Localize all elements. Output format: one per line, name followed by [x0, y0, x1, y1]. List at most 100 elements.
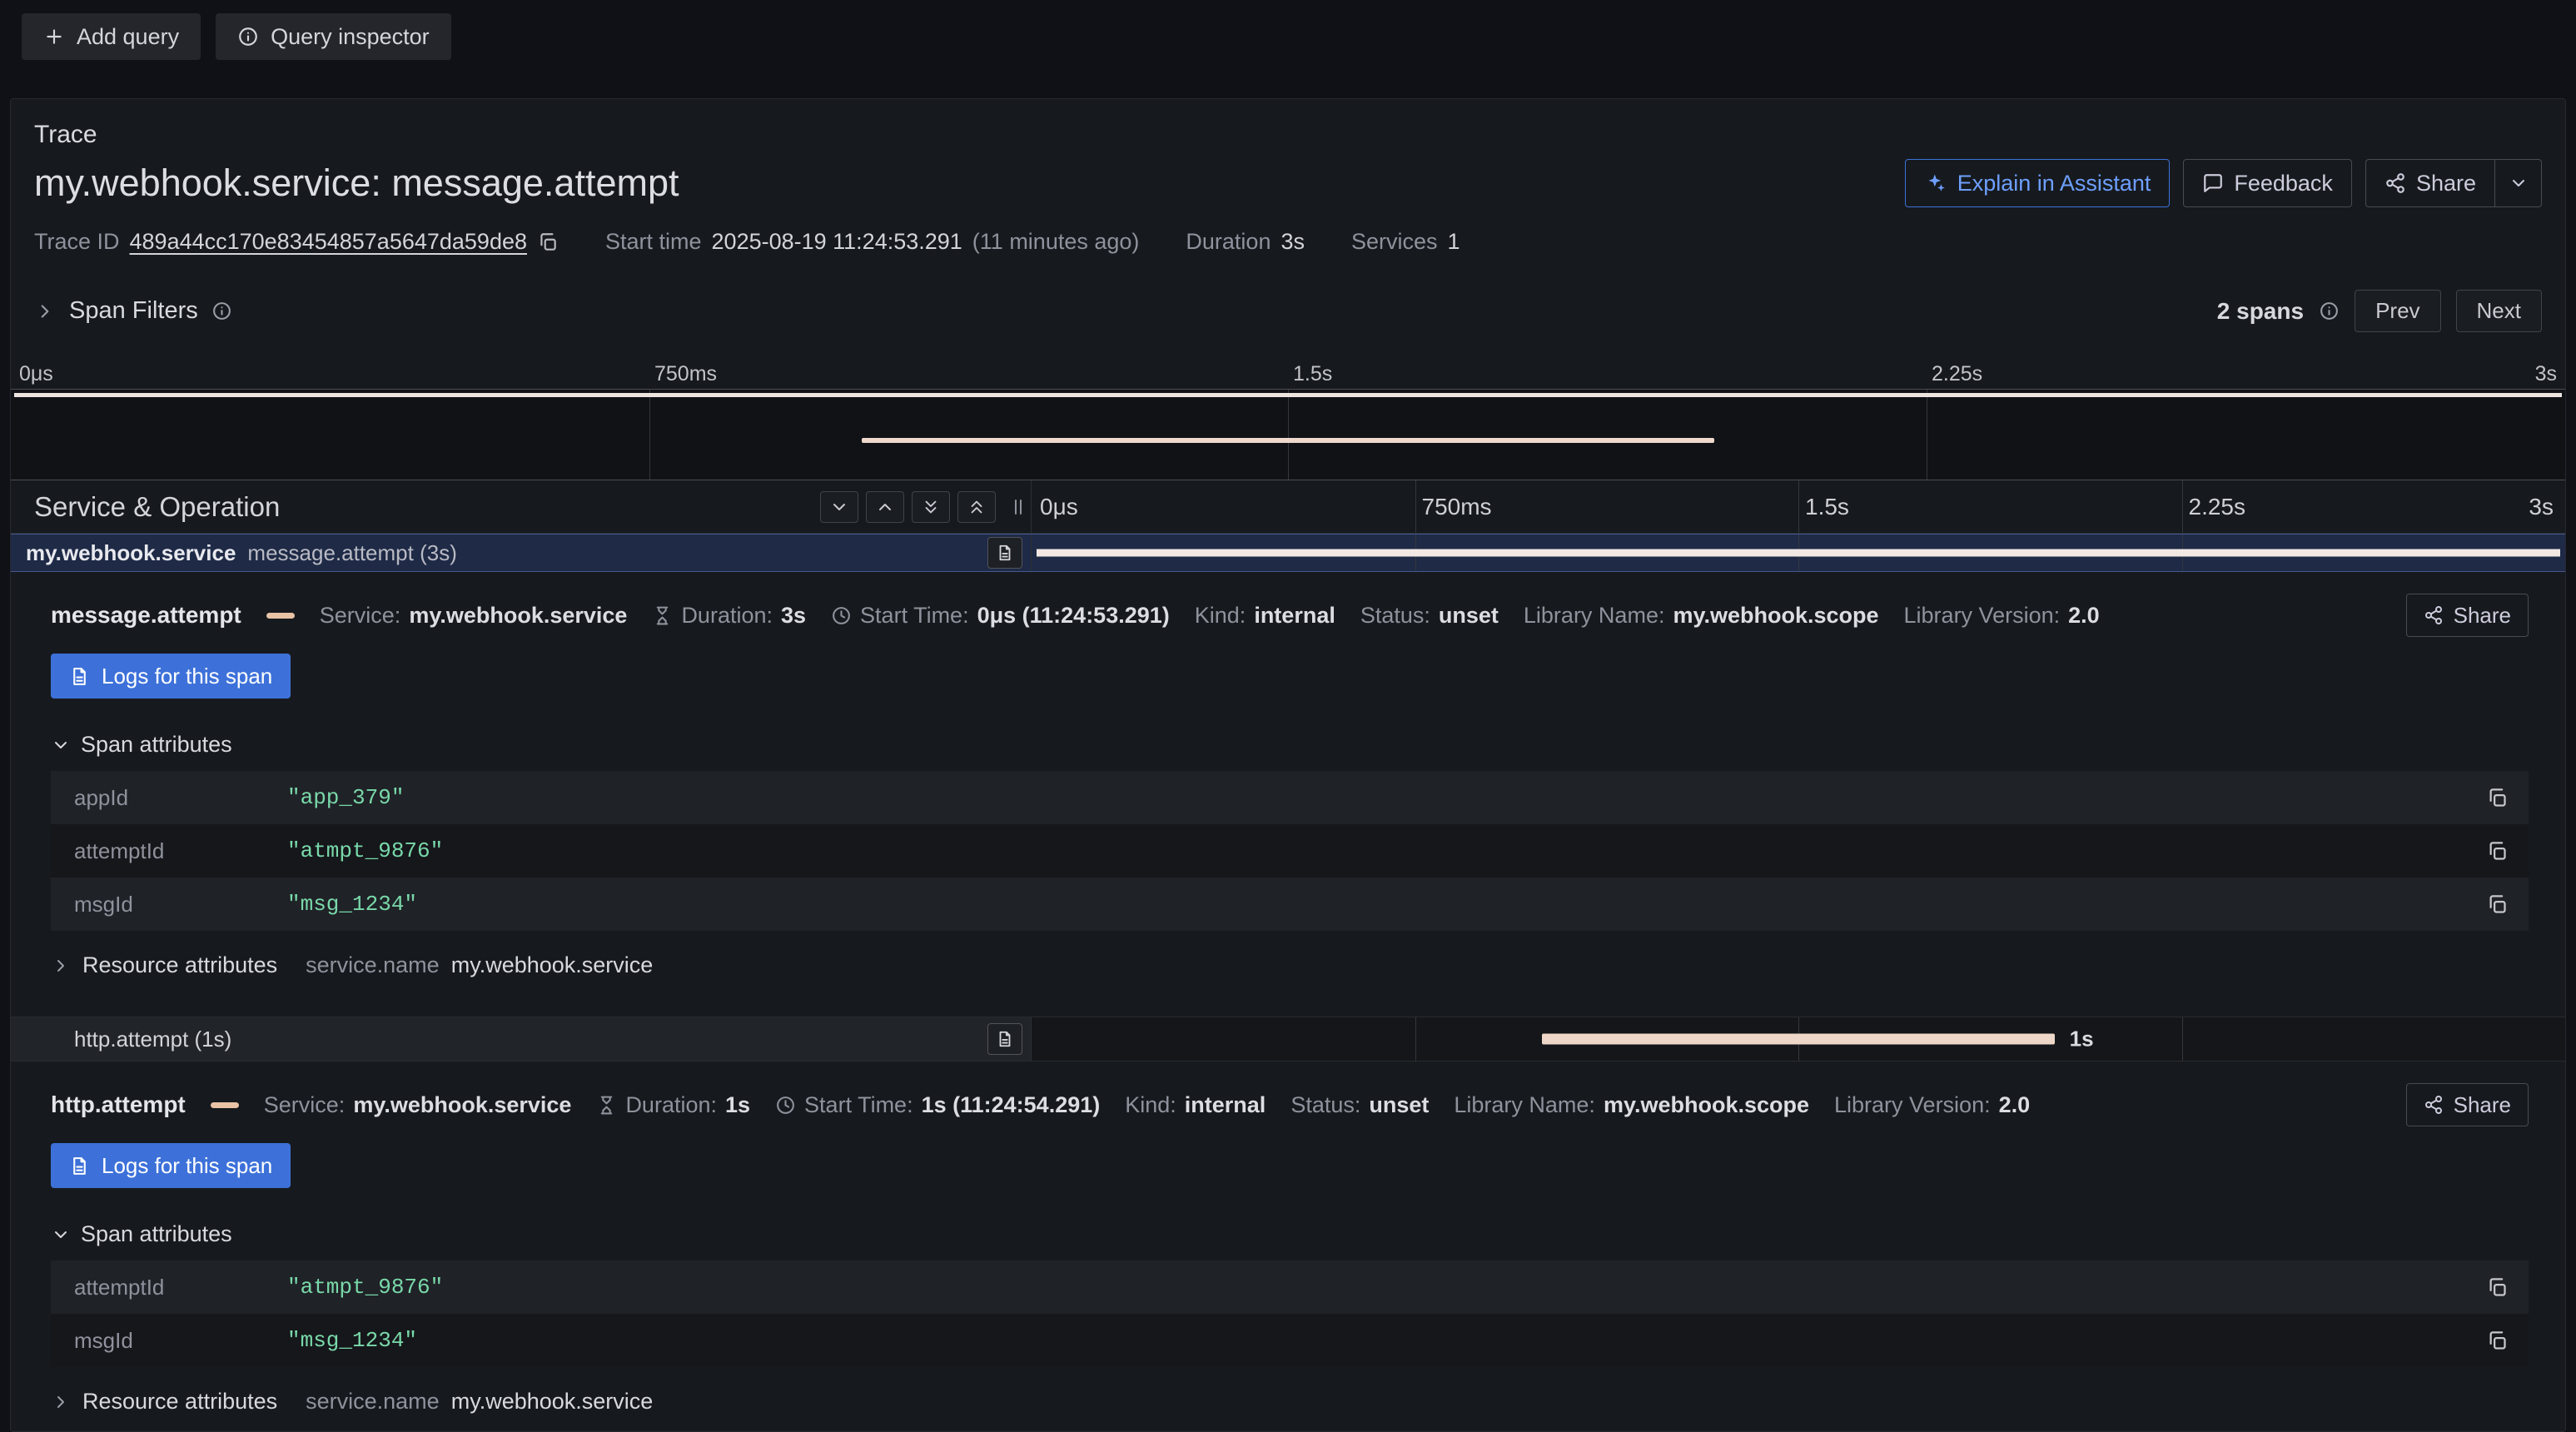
- span-bar-duration-label: 1s: [2070, 1027, 2094, 1052]
- span-attributes-label: Span attributes: [81, 732, 232, 758]
- service-field: Service: my.webhook.service: [320, 603, 628, 629]
- chevron-down-icon: [829, 497, 849, 517]
- copy-attribute-button[interactable]: [2486, 787, 2509, 809]
- info-circle-icon[interactable]: [211, 301, 232, 321]
- status-value: unset: [1439, 603, 1499, 629]
- feedback-button[interactable]: Feedback: [2183, 159, 2352, 207]
- logs-for-span-button[interactable]: Logs for this span: [51, 654, 291, 699]
- duration-field: Duration: 3s: [652, 603, 806, 629]
- explain-in-assistant-button[interactable]: Explain in Assistant: [1905, 159, 2171, 207]
- prev-span-button[interactable]: Prev: [2355, 290, 2440, 332]
- tick-label: 0μs: [19, 362, 53, 386]
- copy-attribute-button[interactable]: [2486, 1276, 2509, 1299]
- logs-for-span-label: Logs for this span: [102, 1153, 272, 1179]
- services-label: Services: [1351, 229, 1438, 255]
- chevron-right-icon[interactable]: [34, 301, 56, 322]
- log-file-icon: [69, 1156, 90, 1176]
- copy-trace-id-button[interactable]: [537, 231, 559, 253]
- attribute-row: attemptId "atmpt_9876": [51, 1260, 2529, 1314]
- tick-label: 1.5s: [1798, 494, 1849, 520]
- logs-for-span-button[interactable]: Logs for this span: [51, 1143, 291, 1188]
- resource-attributes-toggle[interactable]: Resource attributes service.name my.webh…: [51, 1389, 653, 1415]
- copy-icon: [2486, 893, 2509, 916]
- span-share-button[interactable]: Share: [2406, 594, 2529, 637]
- plus-icon: [43, 26, 65, 47]
- start-time-value: 2025-08-19 11:24:53.291: [712, 229, 962, 255]
- share-dropdown-button[interactable]: [2495, 159, 2542, 207]
- kind-value: internal: [1254, 603, 1335, 629]
- kind-field: Kind: internal: [1195, 603, 1335, 629]
- span-operation-name: http.attempt (1s): [74, 1027, 231, 1052]
- span-filters-label[interactable]: Span Filters: [69, 297, 198, 325]
- timeline-gridline: [1415, 1017, 1416, 1061]
- duration-value: 3s: [781, 603, 806, 629]
- attribute-key: appId: [74, 785, 287, 811]
- chevron-right-icon: [51, 956, 71, 976]
- span-share-label: Share: [2454, 603, 2511, 629]
- trace-meta-row: Trace ID 489a44cc170e83454857a5647da59de…: [11, 207, 2565, 255]
- status-label: Status:: [1290, 1092, 1360, 1118]
- copy-attribute-button[interactable]: [2486, 893, 2509, 916]
- copy-attribute-button[interactable]: [2486, 840, 2509, 863]
- add-query-label: Add query: [77, 24, 179, 50]
- start-time-value: 1s (11:24:54.291): [922, 1092, 1101, 1118]
- span-filters-row: Span Filters 2 spans Prev Next: [11, 255, 2565, 332]
- library-name-field: Library Name: my.webhook.scope: [1524, 603, 1879, 629]
- log-file-icon: [69, 666, 90, 687]
- start-time-field: Start Time: 1s (11:24:54.291): [775, 1092, 1100, 1118]
- tick-label: 750ms: [1415, 494, 1492, 520]
- status-field: Status: unset: [1360, 603, 1499, 629]
- query-inspector-label: Query inspector: [271, 24, 430, 50]
- duration-value: 1s: [725, 1092, 750, 1118]
- span-logs-button[interactable]: [987, 537, 1022, 569]
- info-circle-icon[interactable]: [2319, 301, 2340, 321]
- expand-all-button[interactable]: [957, 491, 996, 523]
- span-filters-right: 2 spans Prev Next: [2217, 290, 2542, 332]
- share-label: Share: [2416, 171, 2476, 196]
- minimap-gridline: [1288, 390, 1289, 480]
- span-detail-message-attempt: message.attempt Service: my.webhook.serv…: [11, 572, 2565, 995]
- span-count: 2 spans: [2217, 298, 2304, 325]
- trace-title: my.webhook.service: message.attempt: [34, 162, 679, 205]
- clock-icon: [831, 605, 852, 626]
- share-icon: [2424, 1095, 2444, 1115]
- span-share-button[interactable]: Share: [2406, 1083, 2529, 1126]
- hourglass-icon: [652, 605, 673, 626]
- start-time-label: Start time: [605, 229, 702, 255]
- tick-label: 1.5s: [1288, 362, 1332, 386]
- resource-attributes-toggle[interactable]: Resource attributes service.name my.webh…: [51, 952, 653, 978]
- collapse-all-button[interactable]: [912, 491, 950, 523]
- tick-label: 2.25s: [2182, 494, 2246, 520]
- copy-icon: [2486, 787, 2509, 809]
- span-timeline-cell: 1s: [1031, 1017, 2565, 1061]
- library-version-value: 2.0: [1999, 1092, 2031, 1118]
- kind-value: internal: [1185, 1092, 1266, 1118]
- share-icon: [2385, 172, 2406, 194]
- span-row-http-attempt[interactable]: http.attempt (1s) 1s: [11, 1017, 2565, 1062]
- next-span-button[interactable]: Next: [2456, 290, 2542, 332]
- resource-preview-key: service.name: [306, 952, 440, 978]
- tick-label: 0μs: [1040, 494, 1078, 520]
- collapse-one-button[interactable]: [820, 491, 858, 523]
- span-service-name: my.webhook.service: [26, 540, 236, 566]
- span-attributes-toggle[interactable]: Span attributes: [51, 732, 232, 758]
- sparkle-icon: [1924, 172, 1947, 195]
- add-query-button[interactable]: Add query: [22, 13, 201, 60]
- status-value: unset: [1369, 1092, 1429, 1118]
- query-inspector-button[interactable]: Query inspector: [216, 13, 451, 60]
- services-item: Services 1: [1351, 229, 1460, 255]
- minimap-gridline: [649, 390, 650, 480]
- share-button[interactable]: Share: [2365, 159, 2495, 207]
- expand-one-button[interactable]: [866, 491, 904, 523]
- attribute-value: "atmpt_9876": [287, 838, 443, 863]
- column-resize-handle[interactable]: [1006, 496, 1031, 518]
- span-logs-button[interactable]: [987, 1023, 1022, 1055]
- library-version-label: Library Version:: [1904, 603, 2061, 629]
- duration-value: 3s: [1281, 229, 1305, 255]
- service-operation-header: Service & Operation: [11, 480, 1031, 533]
- service-operation-label: Service & Operation: [34, 491, 280, 523]
- span-row-message-attempt[interactable]: my.webhook.service message.attempt (3s): [11, 534, 2565, 572]
- copy-attribute-button[interactable]: [2486, 1330, 2509, 1352]
- span-attributes-toggle[interactable]: Span attributes: [51, 1221, 232, 1247]
- minimap-canvas[interactable]: [11, 389, 2565, 480]
